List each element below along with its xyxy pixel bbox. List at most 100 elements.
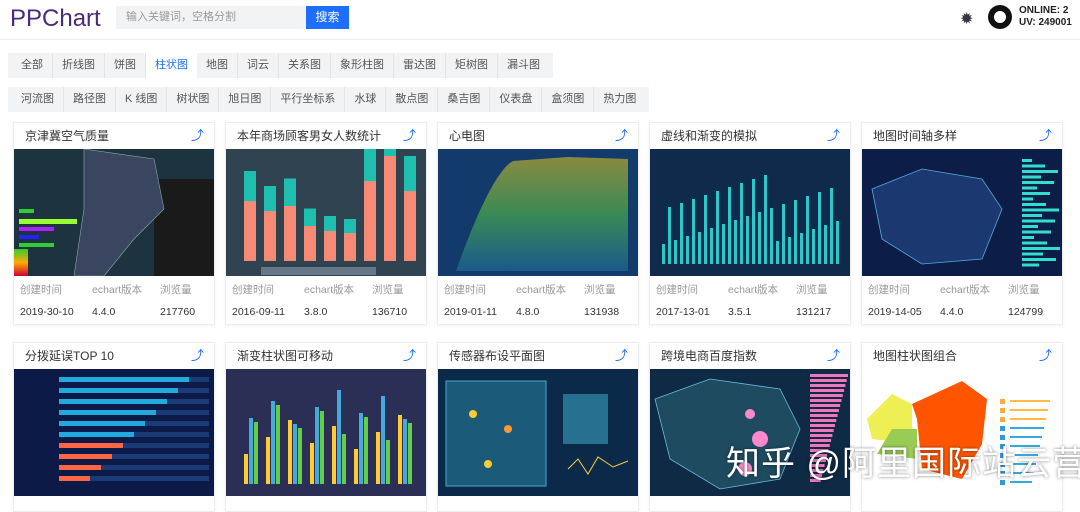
thumb-mark: [320, 411, 324, 484]
share-icon[interactable]: ⤴: [615, 123, 628, 149]
thumb-mark: [810, 409, 839, 412]
chart-card[interactable]: 本年商场顾客男女人数统计 ⤴ 创建时间 echart版本 浏览量 2016-09-11 3.…: [225, 122, 427, 325]
thumb-mark: [59, 443, 123, 448]
thumb-mark: [788, 237, 791, 264]
thumb-mark: [1022, 230, 1051, 234]
thumb-mark: [315, 407, 319, 484]
thumb-mark: [776, 241, 779, 264]
thumb-mark: [59, 399, 167, 404]
thumb-mark: [686, 236, 689, 264]
filter-tab[interactable]: 河流图: [12, 87, 64, 112]
filter-tab[interactable]: 路径图: [64, 87, 116, 112]
card-title-text: 跨境电商百度指数: [661, 349, 758, 363]
filter-tab[interactable]: 矩树图: [446, 53, 498, 78]
meta-value-views: 136710: [372, 306, 408, 318]
thumb-mark: [806, 196, 809, 264]
chart-thumbnail[interactable]: [862, 149, 1062, 276]
share-icon[interactable]: ⤴: [827, 123, 840, 149]
share-icon[interactable]: ⤴: [615, 343, 628, 369]
share-icon[interactable]: ⤴: [191, 343, 204, 369]
thumb-mark: [1022, 258, 1056, 261]
thumb-mark: [1010, 427, 1044, 429]
chart-card[interactable]: 地图时间轴多样 ⤴ 创建时间 echart版本 浏览量 2019-14-05 4.4.0 12…: [861, 122, 1063, 325]
thumb-mark: [836, 221, 839, 264]
share-icon[interactable]: ⤴: [403, 343, 416, 369]
filter-tab[interactable]: 平行坐标系: [271, 87, 346, 112]
filter-tab[interactable]: 水球: [345, 87, 387, 112]
github-icon[interactable]: [988, 5, 1012, 29]
thumb-mark: [752, 179, 755, 264]
thumb-mark: [293, 424, 297, 484]
filter-tab[interactable]: 关系图: [279, 53, 331, 78]
share-icon[interactable]: ⤴: [827, 343, 840, 369]
filter-tab[interactable]: 树状图: [167, 87, 220, 112]
thumb-mark: [716, 191, 719, 264]
thumb-mark: [746, 216, 749, 264]
filter-tab[interactable]: 象形柱图: [331, 53, 394, 78]
chart-thumbnail[interactable]: [226, 149, 426, 276]
filter-tab[interactable]: 柱状图: [146, 53, 197, 78]
thumb-mark: [1022, 175, 1041, 179]
chart-card[interactable]: 传感器布设平面图 ⤴: [437, 342, 639, 512]
thumb-mark: [244, 201, 256, 261]
chart-thumbnail[interactable]: [14, 149, 214, 276]
filter-tab[interactable]: 饼图: [105, 53, 146, 78]
share-icon[interactable]: ⤴: [191, 123, 204, 149]
theme-toggle-icon[interactable]: ✹: [960, 9, 973, 29]
chart-thumbnail[interactable]: [650, 149, 850, 276]
card-title: 地图时间轴多样 ⤴: [862, 123, 1062, 149]
thumb-mark: [810, 399, 842, 402]
meta-label-version: echart版本: [304, 284, 355, 296]
filter-tab[interactable]: 盒须图: [542, 87, 595, 112]
thumb-mark: [680, 203, 683, 264]
filter-tab[interactable]: 桑吉图: [438, 87, 491, 112]
filter-tab[interactable]: 漏斗图: [498, 53, 549, 78]
thumb-mark: [1022, 197, 1033, 201]
meta-value-views: 131217: [796, 306, 832, 318]
search-button[interactable]: 搜索: [306, 6, 349, 29]
filter-tab[interactable]: 全部: [12, 53, 53, 78]
share-icon[interactable]: ⤴: [1039, 123, 1052, 149]
chart-type-filter-row-2: 河流图 路径图 K 线图 树状图 旭日图 平行坐标系 水球 散点图 桑吉图 仪表盘 盒须图 热力图: [8, 87, 650, 112]
thumb-mark: [264, 211, 276, 261]
filter-tab[interactable]: 散点图: [386, 87, 439, 112]
chart-card[interactable]: 京津冀空气质量 ⤴ 创建时间 echart版本 浏览量 2019-30-10 4.4.0 21…: [13, 122, 215, 325]
chart-card[interactable]: 分拨延误TOP 10 ⤴: [13, 342, 215, 512]
uv-count: UV: 249001: [1019, 17, 1072, 28]
chart-card[interactable]: 虚线和渐变的模拟 ⤴ 创建时间 echart版本 浏览量 2017-13-01 3.5.1 1…: [649, 122, 851, 325]
filter-tab[interactable]: 雷达图: [394, 53, 446, 78]
filter-tab[interactable]: 地图: [197, 53, 238, 78]
thumb-mark: [728, 187, 731, 264]
filter-tab[interactable]: K 线图: [116, 87, 168, 112]
filter-tab[interactable]: 词云: [238, 53, 279, 78]
filter-tab[interactable]: 热力图: [594, 87, 645, 112]
meta-label-views: 浏览量: [372, 284, 404, 296]
share-icon[interactable]: ⤴: [403, 123, 416, 149]
chart-thumbnail[interactable]: [438, 149, 638, 276]
card-title: 传感器布设平面图 ⤴: [438, 343, 638, 369]
thumb-mark: [810, 419, 837, 422]
thumb-mark: [1000, 408, 1005, 413]
meta-label-version: echart版本: [728, 284, 779, 296]
thumb-mark: [1022, 236, 1034, 239]
logo[interactable]: PPChart: [10, 5, 101, 33]
chart-card[interactable]: 心电图 ⤴ 创建时间 echart版本 浏览量 2019-01-11 4.8.0 131938: [437, 122, 639, 325]
meta-value-version: 3.8.0: [304, 306, 328, 318]
chart-thumbnail[interactable]: [226, 369, 426, 496]
chart-card[interactable]: 跨境电商百度指数 ⤴: [649, 342, 851, 512]
thumb-mark: [59, 454, 112, 459]
share-icon[interactable]: ⤴: [1039, 343, 1052, 369]
thumb-mark: [304, 208, 316, 226]
search-input[interactable]: 输入关键词，空格分割: [116, 6, 306, 29]
chart-type-filter-row-1: 全部 折线图 饼图 柱状图 地图 词云 关系图 象形柱图 雷达图 矩树图 漏斗图: [8, 53, 553, 78]
thumb-mark: [810, 394, 843, 397]
chart-card[interactable]: 渐变柱状图可移动 ⤴: [225, 342, 427, 512]
chart-card[interactable]: 地图柱状图组合 ⤴: [861, 342, 1063, 512]
meta-label-version: echart版本: [92, 284, 143, 296]
filter-tab[interactable]: 旭日图: [219, 87, 272, 112]
filter-tab[interactable]: 折线图: [53, 53, 105, 78]
chart-thumbnail[interactable]: [438, 369, 638, 496]
filter-tab[interactable]: 仪表盘: [490, 87, 543, 112]
meta-label-views: 浏览量: [584, 284, 616, 296]
chart-thumbnail[interactable]: [14, 369, 214, 496]
